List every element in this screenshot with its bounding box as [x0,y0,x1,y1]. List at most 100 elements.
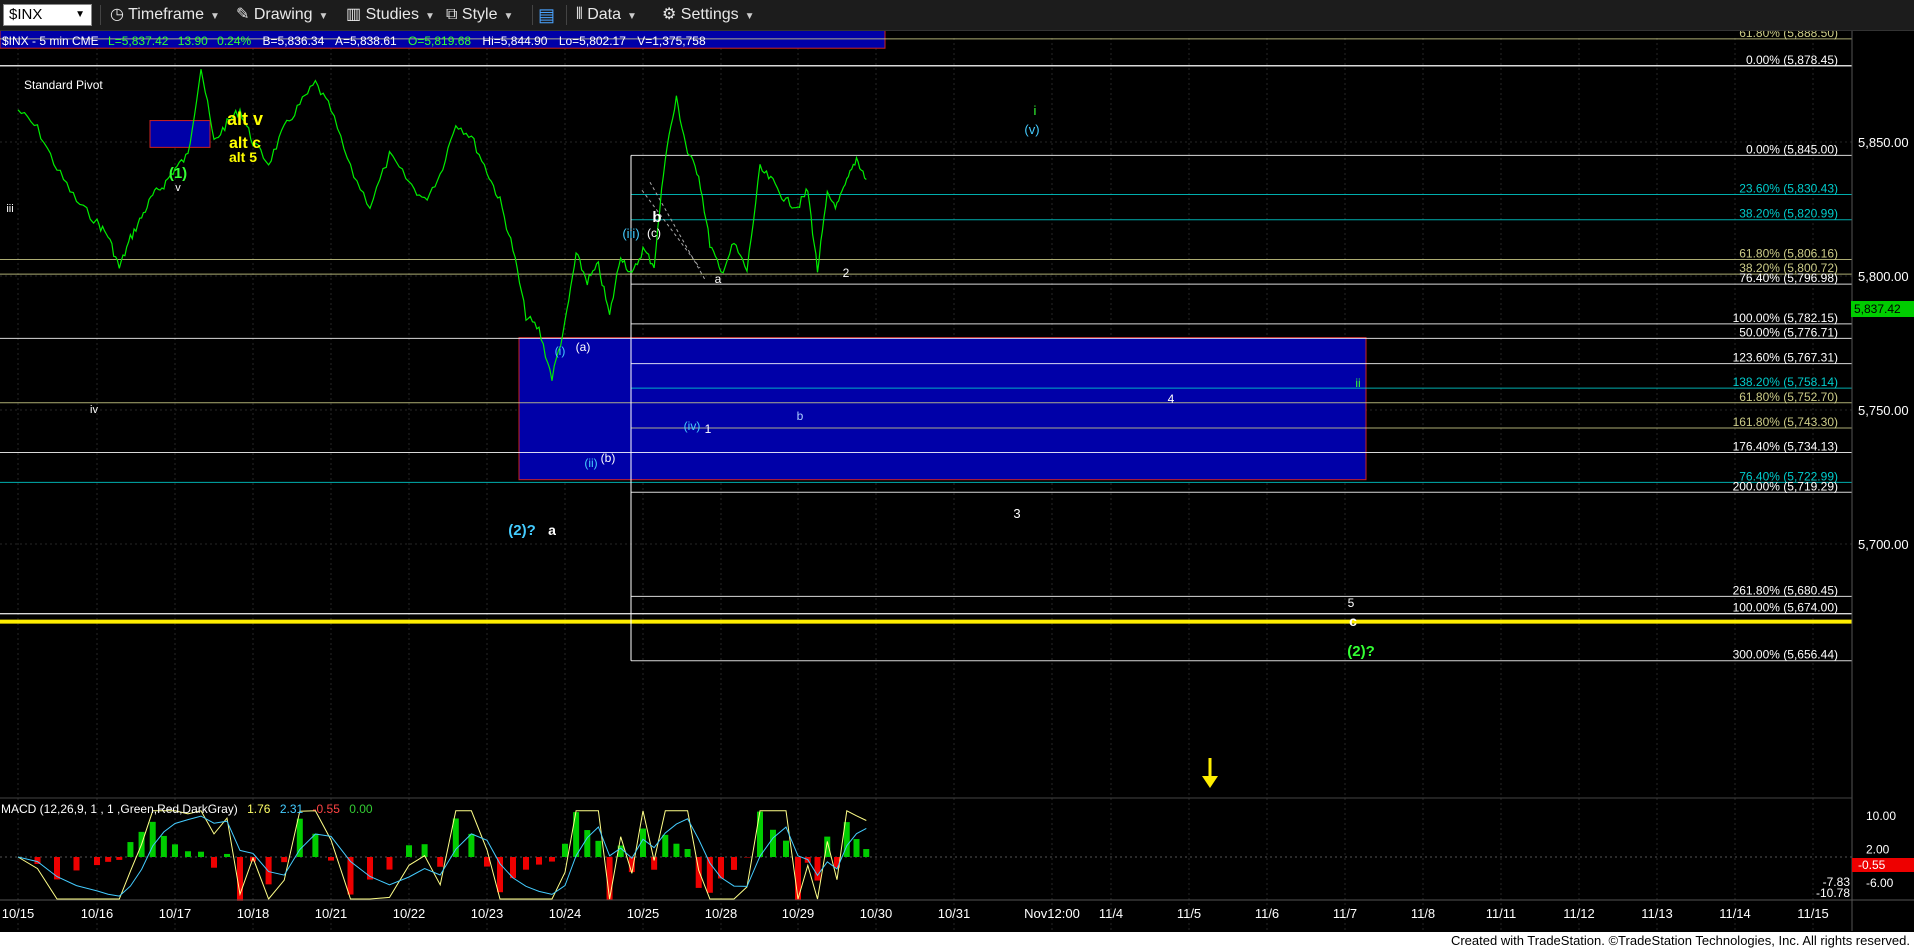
fib-label: 123.60% (5,767.31) [1733,351,1838,365]
time-tick-label: 10/15 [2,906,35,921]
last-price: L=5,837.42 [108,34,169,48]
time-tick-label: 10/28 [705,906,738,921]
time-tick-label: 10/16 [81,906,114,921]
fib-label: 100.00% (5,782.15) [1733,311,1838,325]
macd-hist-bar [281,857,288,863]
chevron-down-icon: ▼ [424,11,435,22]
fib-label: 176.40% (5,734.13) [1733,440,1838,454]
macd-hist-bar [573,812,580,857]
macd-axis-label: -10.78 [1816,886,1850,900]
macd-hist-bar [73,857,80,871]
wave-label: (c) [647,226,661,240]
chevron-down-icon[interactable]: ▼ [75,5,85,25]
small-box-zone [149,120,211,148]
fib-label: 161.80% (5,743.30) [1733,415,1838,429]
chevron-down-icon: ▼ [318,11,329,22]
macd-hist-bar [783,840,789,857]
price-tick-label: 5,850.00 [1858,135,1909,150]
timeframe-button[interactable]: ◷ Timeframe ▼ [110,0,220,30]
open-price: O=5,819.68 [408,34,471,48]
studies-icon: ▥ [346,6,362,23]
gear-icon: ⚙ [662,6,677,23]
wave-label: i [1034,103,1037,118]
pencil-icon: ✎ [236,6,250,23]
current-price-value: 5,837.42 [1854,302,1901,316]
wave-label: (iv) [684,419,701,433]
macd-hist-bar [94,857,100,866]
style-button[interactable]: ⧉ Style ▼ [446,0,513,30]
toolbar-divider [100,5,101,25]
style-icon: ⧉ [446,6,458,23]
macd-axis-label: -6.00 [1866,876,1894,890]
wave-label: alt v [227,109,263,129]
macd-hist-bar [185,851,191,857]
data-label: Data [587,6,621,23]
macd-hist-bar [863,849,870,857]
fib-label: 76.40% (5,796.98) [1739,271,1838,285]
macd-hist-bar [105,857,112,862]
time-tick-label: 11/7 [1333,906,1357,921]
high-price: Hi=5,844.90 [482,34,547,48]
chart-header: $INX - 5 min CME L=5,837.42 13.90 0.24% … [2,34,706,48]
macd-hist-bar [673,843,680,857]
wave-label: (iii) [622,226,639,241]
time-tick-label: 10/29 [782,906,815,921]
chevron-down-icon: ▼ [209,11,220,22]
drawing-button[interactable]: ✎ Drawing ▼ [236,0,328,30]
fib-label: 38.20% (5,820.99) [1739,207,1838,221]
macd-hist-bar [149,821,156,857]
data-button[interactable]: ⫴ Data ▼ [576,0,637,30]
wave-label: 3 [1013,506,1020,521]
wave-label: ii [1355,376,1360,390]
fib-label: 261.80% (5,680.45) [1733,583,1838,597]
current-price-tag: 5,837.42 [1851,301,1914,317]
time-tick-label: 11/5 [1177,906,1201,921]
time-tick-label: 11/6 [1255,906,1279,921]
pivot-label: Standard Pivot [24,78,103,92]
net-change: 13.90 [178,34,208,48]
studies-button[interactable]: ▥ Studies ▼ [346,0,435,30]
fib-label: 61.80% (5,888.50) [1739,31,1838,40]
settings-button[interactable]: ⚙ Settings ▼ [662,0,755,30]
wave-label: (b) [601,451,616,465]
macd-hist-bar [116,857,123,860]
chart-background [0,31,1914,931]
macd-hist-bar [684,849,691,857]
chevron-down-icon: ▼ [503,11,514,22]
price-chart[interactable]: 61.80% (5,888.50) 0.00% (5,878.45) 0.00% (… [0,31,1914,931]
macd-zero-value: 0.00 [349,802,373,816]
fib-label: 138.20% (5,758.14) [1733,375,1838,389]
bid-price: B=5,836.34 [263,34,325,48]
wave-label: (v) [1024,122,1039,137]
studies-label: Studies [365,6,419,23]
layout-icon[interactable]: ▤ [538,0,555,30]
wave-label: (a) [576,340,591,354]
macd-hist-bar [497,857,503,893]
fib-label: 61.80% (5,752.70) [1739,390,1838,404]
toolbar: $INX ▼ ◷ Timeframe ▼ ✎ Drawing ▼ ▥ Studies… [0,0,1914,31]
macd-hist-bar [437,857,444,867]
macd-hist-bar [386,857,393,870]
time-tick-label: 11/12 [1563,906,1595,921]
macd-hist-bar [853,839,860,857]
macd-hist-bar [328,857,334,861]
macd-hist-bar [770,829,776,857]
time-tick-label: 10/25 [627,906,660,921]
timeframe-label: Timeframe [128,6,204,23]
macd-hist-bar [814,857,821,881]
chevron-down-icon: ▼ [626,11,637,22]
style-label: Style [461,6,498,23]
chart-icon: ⫴ [576,6,583,23]
time-tick-label: 10/31 [938,906,971,921]
low-price: Lo=5,802.17 [559,34,626,48]
macd-hist-bar [127,842,134,857]
macd-hist-bar [468,833,475,857]
macd-hist-bar [211,857,217,868]
chart-title: $INX - 5 min CME [2,34,99,48]
wave-label: 1 [705,422,712,436]
time-tick-label: Nov12:00 [1024,906,1080,921]
wave-label: v [175,182,181,194]
time-tick-label: 11/15 [1797,906,1829,921]
symbol-input[interactable]: $INX ▼ [3,4,92,26]
footer: Created with TradeStation. ©TradeStation… [0,932,1914,950]
